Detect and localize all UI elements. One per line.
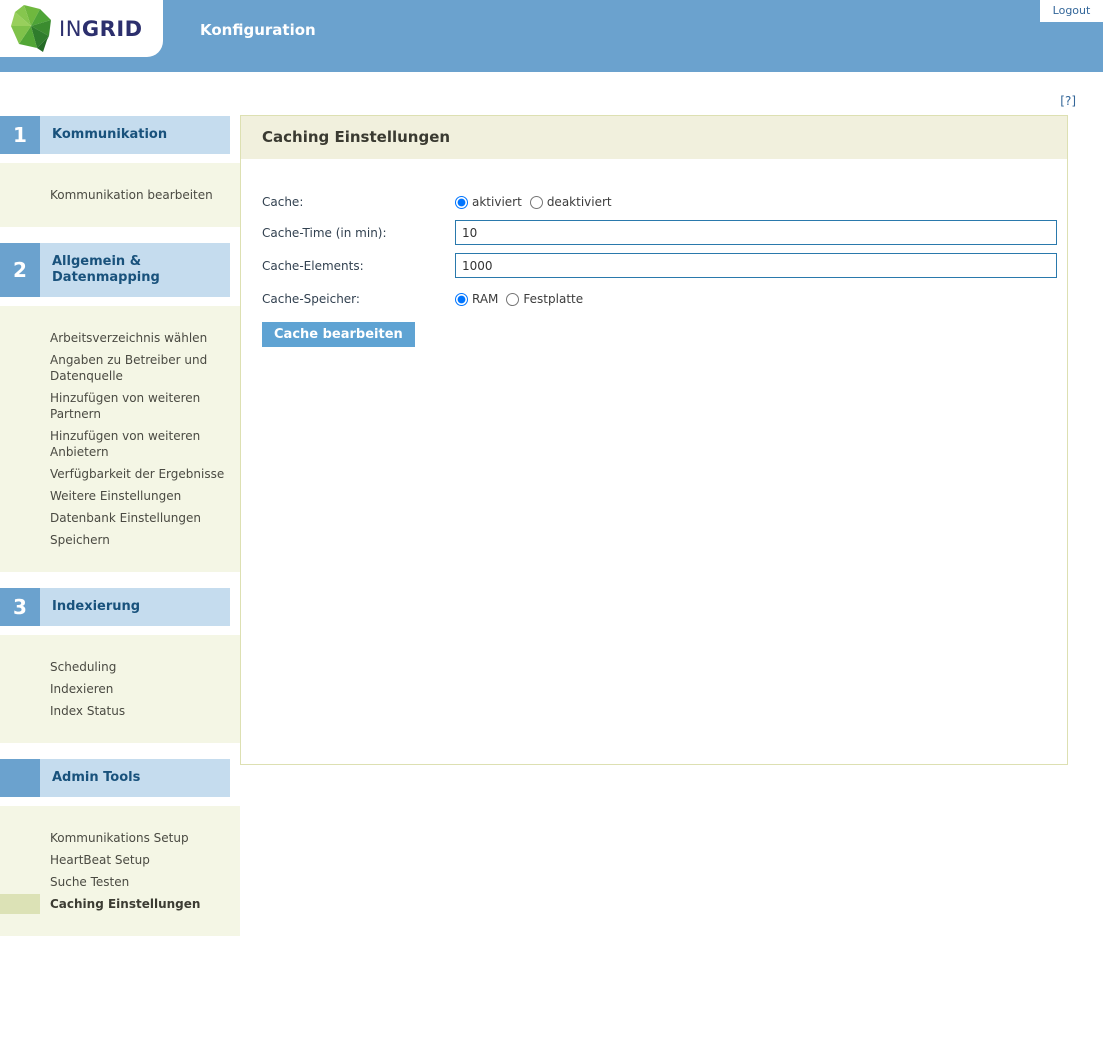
section-title: Kommunikation xyxy=(40,116,230,154)
radio-label: aktiviert xyxy=(472,195,522,209)
logo[interactable]: INGRID xyxy=(0,0,163,57)
sidebar-item-hinzuf-gen-von-weiteren-anbietern[interactable]: Hinzufügen von weiteren Anbietern xyxy=(0,425,240,463)
sidebar-item-weitere-einstellungen[interactable]: Weitere Einstellungen xyxy=(0,485,240,507)
radio-option-deaktiviert[interactable]: deaktiviert xyxy=(530,195,612,209)
sidebar-item-verf-gbarkeit-der-ergebnisse[interactable]: Verfügbarkeit der Ergebnisse xyxy=(0,463,240,485)
section-title: Allgemein & Datenmapping xyxy=(40,243,230,297)
radio-option-festplatte[interactable]: Festplatte xyxy=(506,292,583,306)
cache-radio-group: aktiviert deaktiviert xyxy=(455,195,620,209)
logout-button[interactable]: Logout xyxy=(1040,0,1103,22)
section-number xyxy=(0,759,40,797)
radio-option-aktiviert[interactable]: aktiviert xyxy=(455,195,522,209)
sidebar-item-angaben-zu-betreiber-und-datenquelle[interactable]: Angaben zu Betreiber und Datenquelle xyxy=(0,349,240,387)
brand-name-light: IN xyxy=(59,17,82,41)
radio-aktiviert[interactable] xyxy=(455,196,468,209)
cache-elements-input[interactable] xyxy=(455,253,1057,278)
cache-speicher-row: Cache-Speicher: RAM Festplatte xyxy=(262,288,1067,310)
sidebar-section-panel-kommunikation: Kommunikation bearbeiten xyxy=(0,163,240,227)
top-header-bar: Konfiguration xyxy=(0,0,1103,72)
caching-settings-form: Cache: aktiviert deaktiviert Cache-Time (… xyxy=(241,159,1067,347)
cache-time-label: Cache-Time (in min): xyxy=(262,226,455,240)
ingrid-gem-icon xyxy=(9,4,57,54)
sidebar-item-heartbeat-setup[interactable]: HeartBeat Setup xyxy=(0,849,240,871)
sidebar-section-header-allgemein-datenmapping: 2Allgemein & Datenmapping xyxy=(0,243,230,297)
help-link[interactable]: [?] xyxy=(1060,94,1076,108)
sidebar-item-kommunikations-setup[interactable]: Kommunikations Setup xyxy=(0,827,240,849)
radio-label: deaktiviert xyxy=(547,195,612,209)
sidebar-item-kommunikation-bearbeiten[interactable]: Kommunikation bearbeiten xyxy=(0,184,240,206)
sidebar-item-caching-einstellungen[interactable]: Caching Einstellungen xyxy=(0,893,240,915)
section-number: 3 xyxy=(0,588,40,626)
sidebar-item-index-status[interactable]: Index Status xyxy=(0,700,240,722)
radio-label: Festplatte xyxy=(523,292,583,306)
cache-speicher-radio-group: RAM Festplatte xyxy=(455,292,591,306)
sidebar-item-datenbank-einstellungen[interactable]: Datenbank Einstellungen xyxy=(0,507,240,529)
brand-name-bold: GRID xyxy=(82,17,143,41)
content-title: Caching Einstellungen xyxy=(241,116,1067,159)
cache-time-input[interactable] xyxy=(455,220,1057,245)
sidebar-item-hinzuf-gen-von-weiteren-partnern[interactable]: Hinzufügen von weiteren Partnern xyxy=(0,387,240,425)
brand-name: INGRID xyxy=(59,17,143,41)
sidebar-item-indexieren[interactable]: Indexieren xyxy=(0,678,240,700)
sidebar-item-scheduling[interactable]: Scheduling xyxy=(0,656,240,678)
sidebar-section-panel-indexierung: SchedulingIndexierenIndex Status xyxy=(0,635,240,743)
cache-row: Cache: aktiviert deaktiviert xyxy=(262,190,1067,214)
sidebar-section-header-indexierung: 3Indexierung xyxy=(0,588,230,626)
cache-bearbeiten-button[interactable]: Cache bearbeiten xyxy=(262,322,415,347)
sidebar: 1KommunikationKommunikation bearbeiten2A… xyxy=(0,116,240,952)
section-title: Indexierung xyxy=(40,588,230,626)
page-title: Konfiguration xyxy=(200,0,316,60)
sidebar-section-header-admin-tools: Admin Tools xyxy=(0,759,230,797)
radio-option-ram[interactable]: RAM xyxy=(455,292,498,306)
button-row: Cache bearbeiten xyxy=(262,322,1067,347)
cache-speicher-label: Cache-Speicher: xyxy=(262,292,455,306)
section-number: 1 xyxy=(0,116,40,154)
sidebar-section-panel-allgemein-datenmapping: Arbeitsverzeichnis wählenAngaben zu Betr… xyxy=(0,306,240,572)
sidebar-item-arbeitsverzeichnis-w-hlen[interactable]: Arbeitsverzeichnis wählen xyxy=(0,327,240,349)
sidebar-section-panel-admin-tools: Kommunikations SetupHeartBeat SetupSuche… xyxy=(0,806,240,936)
cache-elements-row: Cache-Elements: xyxy=(262,253,1067,278)
section-number: 2 xyxy=(0,243,40,297)
radio-deaktiviert[interactable] xyxy=(530,196,543,209)
sidebar-item-suche-testen[interactable]: Suche Testen xyxy=(0,871,240,893)
cache-elements-label: Cache-Elements: xyxy=(262,259,455,273)
main-content-panel: Caching Einstellungen Cache: aktiviert de… xyxy=(240,115,1068,765)
section-title: Admin Tools xyxy=(40,759,230,797)
cache-label: Cache: xyxy=(262,195,455,209)
sidebar-item-speichern[interactable]: Speichern xyxy=(0,529,240,551)
radio-label: RAM xyxy=(472,292,498,306)
sidebar-section-header-kommunikation: 1Kommunikation xyxy=(0,116,230,154)
radio-festplatte[interactable] xyxy=(506,293,519,306)
cache-time-row: Cache-Time (in min): xyxy=(262,220,1067,245)
radio-ram[interactable] xyxy=(455,293,468,306)
